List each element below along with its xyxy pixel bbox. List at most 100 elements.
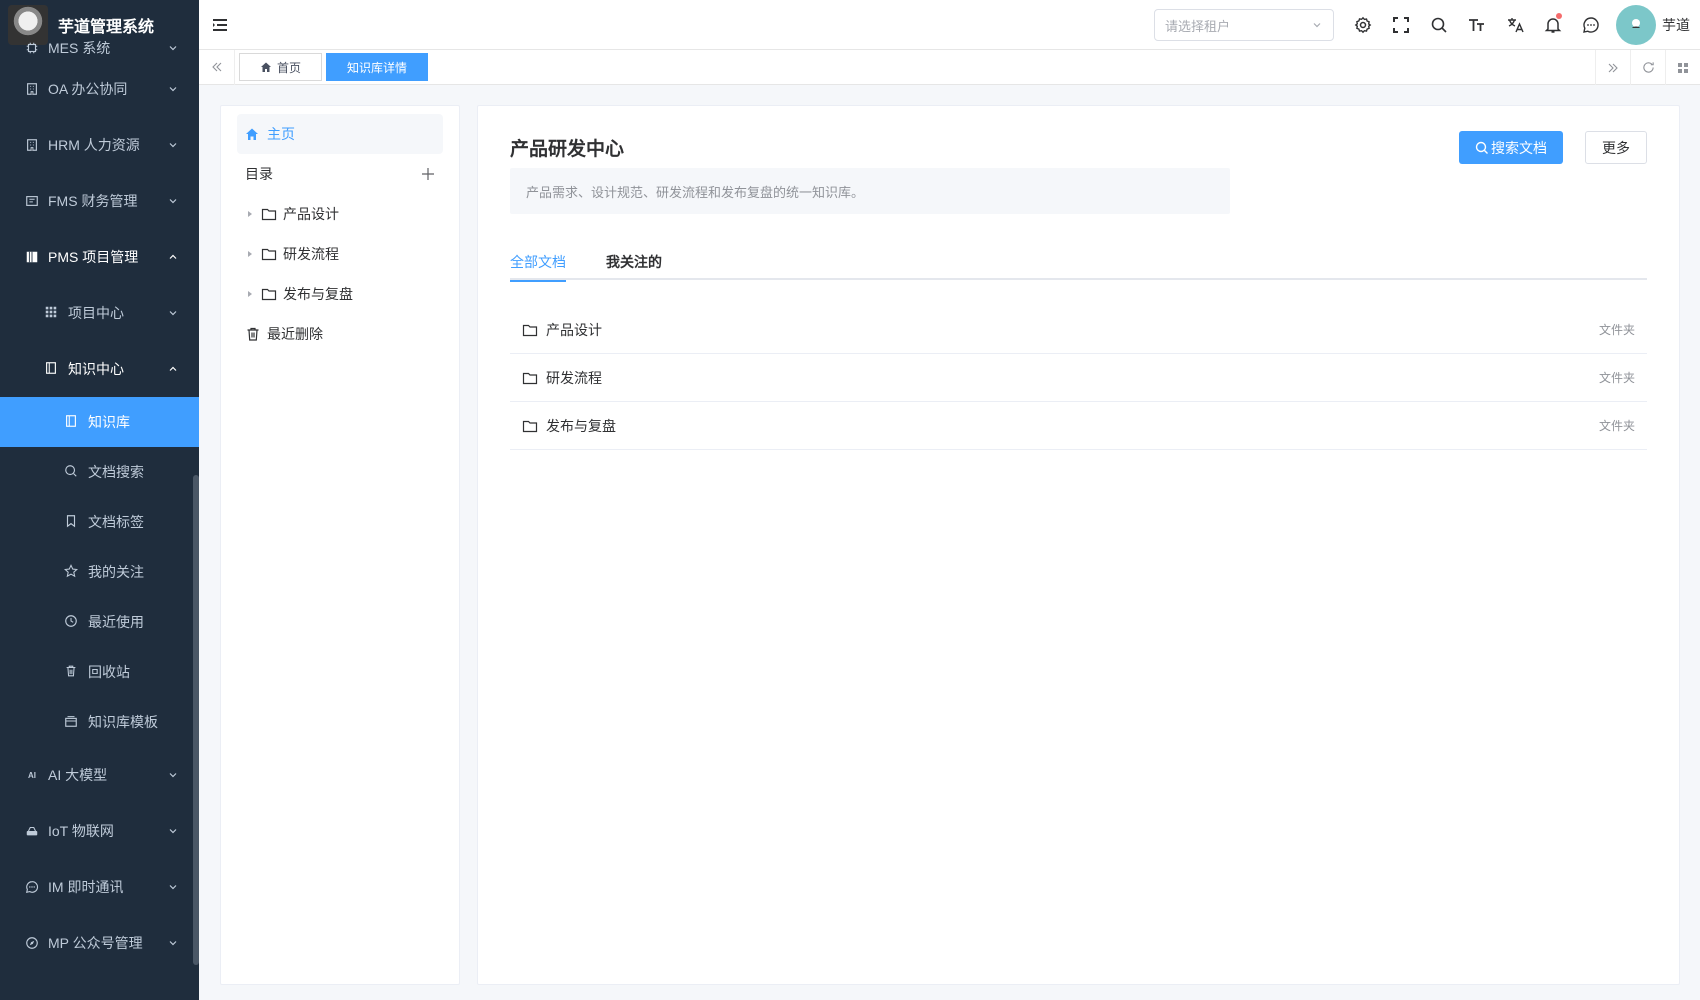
tag-kb-detail[interactable]: 知识库详情 — [326, 53, 429, 81]
translate-icon — [1508, 18, 1524, 33]
sidebar-menu-pms[interactable]: PMS 项目管理 — [0, 229, 199, 285]
sidebar-menu-mp[interactable]: MP 公众号管理 — [0, 915, 199, 971]
sidebar-item-recycle[interactable]: 回收站 — [0, 647, 199, 697]
more-button[interactable]: 更多 — [1585, 131, 1647, 164]
sidebar-item-kb-template[interactable]: 知识库模板 — [0, 697, 199, 747]
sidebar-menu-im[interactable]: IM 即时通讯 — [0, 859, 199, 915]
finance-icon — [24, 193, 40, 209]
search-button[interactable] — [1420, 0, 1458, 50]
hamburger-icon[interactable] — [211, 16, 229, 34]
caret-right-icon[interactable] — [245, 289, 255, 299]
tree-trash-label: 最近删除 — [267, 326, 323, 342]
submenu-label: 知识中心 — [68, 361, 124, 377]
header-actions: 请选择租户 芋道 — [1154, 0, 1700, 50]
sidebar-item-project-center[interactable]: 项目中心 — [0, 285, 199, 341]
user-menu[interactable]: 芋道 — [1610, 5, 1700, 45]
tree-dir-label: 目录 — [245, 166, 273, 182]
folder-icon — [522, 420, 538, 432]
doc-list: 产品设计 文件夹 研发流程 文件夹 发布与复盘 文件夹 — [510, 306, 1647, 450]
user-avatar-figure — [1632, 19, 1640, 28]
folder-icon — [261, 248, 277, 261]
submenu-label: 项目中心 — [68, 305, 124, 321]
double-chevron-right-icon — [1608, 63, 1618, 72]
sidebar-menu-hrm[interactable]: HRM 人力资源 — [0, 117, 199, 173]
tree-home[interactable]: 主页 — [237, 114, 443, 154]
home-icon — [246, 128, 258, 140]
tags-menu-button[interactable] — [1665, 50, 1700, 85]
sidebar-menu-oa[interactable]: OA 办公协同 — [0, 61, 199, 117]
grid-icon — [1678, 62, 1688, 73]
list-item[interactable]: 产品设计 文件夹 — [510, 306, 1647, 354]
chevron-down-icon — [169, 311, 177, 316]
sidebar-item-doc-tags[interactable]: 文档标签 — [0, 497, 199, 547]
menu-label: HRM 人力资源 — [48, 137, 140, 153]
cpu-icon — [24, 40, 40, 56]
message-button[interactable] — [1572, 0, 1610, 50]
sidebar-menu-mes[interactable]: MES 系统 — [0, 35, 199, 61]
doc-left: 产品设计 — [522, 320, 602, 340]
sidebar-menu-fms[interactable]: FMS 财务管理 — [0, 173, 199, 229]
menu-label: IM 即时通讯 — [48, 879, 124, 895]
tree-node[interactable]: 发布与复盘 — [237, 274, 443, 314]
list-item[interactable]: 研发流程 文件夹 — [510, 354, 1647, 402]
search-icon — [1431, 17, 1447, 33]
tag-home[interactable]: 首页 — [239, 53, 323, 81]
chat-icon — [24, 879, 40, 895]
sidebar-menu-ai[interactable]: AI AI 大模型 — [0, 747, 199, 803]
tags-scroll-right[interactable] — [1595, 50, 1630, 85]
folder-icon — [261, 208, 277, 221]
chevron-down-icon — [1313, 23, 1321, 28]
caret-right-icon[interactable] — [245, 249, 255, 259]
book-icon — [44, 361, 60, 377]
search-docs-button[interactable]: 搜索文档 — [1459, 131, 1563, 164]
menu-label: MES 系统 — [48, 40, 111, 56]
refresh-button[interactable] — [1630, 50, 1665, 85]
tab-my-follow[interactable]: 我关注的 — [606, 244, 662, 280]
knowledge-submenu: 知识库 文档搜索 文档标签 我的关注 最近使用 回收站 知识库模板 — [0, 397, 199, 747]
tab-all-docs[interactable]: 全部文档 — [510, 244, 566, 282]
sidebar-menu-iot[interactable]: IoT 物联网 — [0, 803, 199, 859]
fullscreen-button[interactable] — [1382, 0, 1420, 50]
leaf-label: 知识库模板 — [88, 714, 158, 730]
trash-icon — [64, 664, 80, 680]
tree-node[interactable]: 研发流程 — [237, 234, 443, 274]
tree-node[interactable]: 产品设计 — [237, 194, 443, 234]
doc-name: 研发流程 — [546, 369, 602, 386]
tenant-select[interactable]: 请选择租户 — [1154, 9, 1334, 41]
gear-icon — [1354, 16, 1372, 34]
kb-tree-panel: 主页 目录 产品设计 研发流程 发布与复盘 最近删除 — [220, 105, 460, 985]
add-icon[interactable] — [421, 167, 435, 181]
list-item[interactable]: 发布与复盘 文件夹 — [510, 402, 1647, 450]
sidebar-item-my-follow[interactable]: 我的关注 — [0, 547, 199, 597]
template-icon — [64, 714, 80, 730]
leaf-label: 文档标签 — [88, 514, 144, 530]
chat-icon — [1583, 17, 1599, 33]
caret-right-icon[interactable] — [245, 209, 255, 219]
tags-scroll-left[interactable] — [199, 49, 235, 85]
menu-label: MP 公众号管理 — [48, 935, 143, 951]
sidebar-item-knowledge-base[interactable]: 知识库 — [0, 397, 199, 447]
sidebar-scrollbar[interactable] — [193, 475, 199, 965]
chevron-down-icon — [169, 829, 177, 834]
bookmark-icon — [64, 514, 80, 530]
sidebar-item-knowledge-center[interactable]: 知识中心 — [0, 341, 199, 397]
chevron-down-icon — [169, 941, 177, 946]
tag-label: 首页 — [277, 60, 302, 75]
tree-recent-deleted[interactable]: 最近删除 — [237, 314, 443, 354]
font-size-button[interactable] — [1458, 0, 1496, 50]
notification-button[interactable] — [1534, 0, 1572, 50]
menu-label: PMS 项目管理 — [48, 249, 139, 265]
folder-icon — [522, 372, 538, 384]
search-icon — [64, 464, 80, 480]
more-label: 更多 — [1602, 139, 1630, 156]
sidebar-item-recent[interactable]: 最近使用 — [0, 597, 199, 647]
doc-type: 文件夹 — [1598, 323, 1635, 337]
sidebar-item-doc-search[interactable]: 文档搜索 — [0, 447, 199, 497]
doc-type: 文件夹 — [1598, 371, 1635, 385]
tenant-placeholder: 请选择租户 — [1165, 18, 1231, 34]
chevron-up-icon — [169, 254, 177, 259]
doc-name: 发布与复盘 — [546, 417, 616, 434]
language-button[interactable] — [1496, 0, 1534, 50]
settings-button[interactable] — [1344, 0, 1382, 50]
compass-icon — [24, 935, 40, 951]
